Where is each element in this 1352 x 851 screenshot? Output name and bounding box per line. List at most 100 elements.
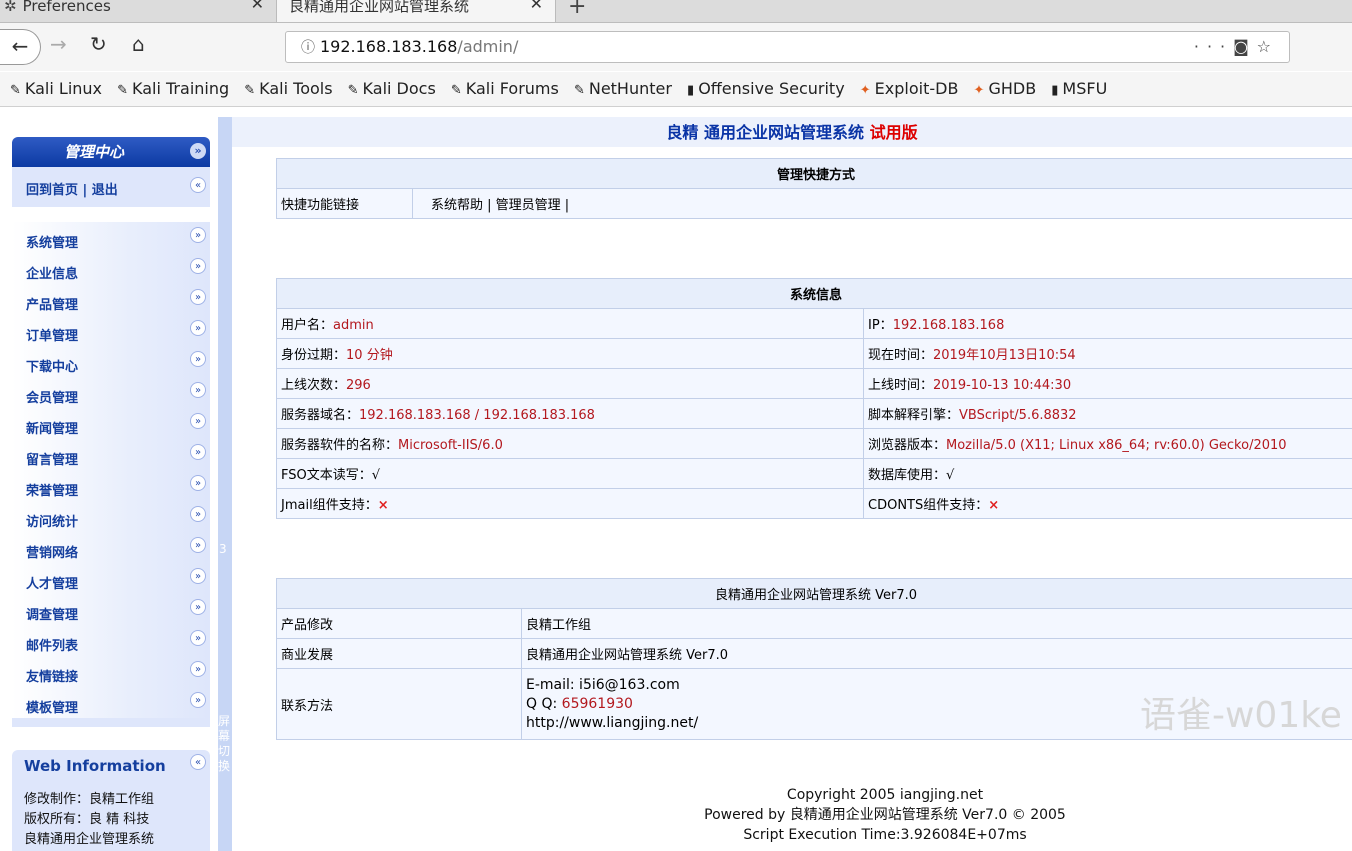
frame-splitter[interactable]: 3 屏 幕 切 换 xyxy=(218,117,232,851)
shortcuts-table: 管理快捷方式 快捷功能链接 系统帮助 | 管理员管理 | xyxy=(276,158,1352,219)
table-row: 身份过期：10 分钟 现在时间：2019年10月13日10:54 xyxy=(276,338,1352,369)
kali-dragon-icon: ✎ xyxy=(10,83,21,98)
bookmark-kali-docs[interactable]: ✎ Kali Docs xyxy=(348,72,436,108)
bookmark-msfu[interactable]: ▮ MSFU xyxy=(1051,72,1107,108)
table-row: 上线次数：296 上线时间：2019-10-13 10:44:30 xyxy=(276,368,1352,399)
sidebar-item[interactable]: 营销网络» xyxy=(12,532,210,563)
exploit-db-icon: ✦ xyxy=(859,83,871,98)
kali-dragon-icon: ✎ xyxy=(117,83,129,98)
shortcuts-label: 快捷功能链接 xyxy=(276,188,413,219)
new-tab-button[interactable]: + xyxy=(568,0,586,19)
url-bar[interactable]: ⓘ 192.168.183.168/admin/ ···◙☆ xyxy=(285,31,1290,63)
expand-icon[interactable]: » xyxy=(190,692,206,708)
web-information-body: 修改制作：良精工作组 版权所有：良 精 科技 良精通用企业管理系统 xyxy=(12,780,210,851)
sidebar-item[interactable]: 访问统计» xyxy=(12,501,210,532)
watermark: 语雀-w01ke xyxy=(1140,695,1342,736)
expand-icon[interactable]: » xyxy=(190,537,206,553)
sidebar-item[interactable]: 人才管理» xyxy=(12,563,210,594)
tab-label: 良精通用企业网站管理系统 xyxy=(289,0,470,15)
bookmark-kali-training[interactable]: ✎ Kali Training xyxy=(117,72,229,108)
table-row: 服务器域名：192.168.183.168 / 192.168.183.168 … xyxy=(276,398,1352,429)
shortcut-links[interactable]: 系统帮助 | 管理员管理 | xyxy=(412,188,1352,219)
expand-icon[interactable]: » xyxy=(190,444,206,460)
shortcuts-header: 管理快捷方式 xyxy=(276,158,1352,189)
web-info-line: 良精通用企业管理系统 xyxy=(24,832,155,847)
url-path: /admin/ xyxy=(457,37,519,56)
sidebar-item[interactable]: 调查管理» xyxy=(12,594,210,625)
table-row: FSO文本读写：√ 数据库使用：√ xyxy=(276,458,1352,489)
kali-dragon-icon: ✎ xyxy=(450,83,462,98)
expand-icon[interactable]: » xyxy=(190,599,206,615)
tab-label: Preferences xyxy=(22,0,111,15)
page-title: 良精 通用企业网站管理系统 试用版 xyxy=(232,117,1352,147)
bookmark-kali-linux[interactable]: ✎ Kali Linux xyxy=(10,72,102,108)
bookmarks-toolbar: ✎ Kali Linux ✎ Kali Training ✎ Kali Tools ✎… xyxy=(0,72,1352,107)
sidebar-item[interactable]: 下载中心» xyxy=(12,346,210,377)
msfu-icon: ▮ xyxy=(1051,83,1059,98)
sidebar-item[interactable]: 会员管理» xyxy=(12,377,210,408)
sidebar-item[interactable]: 荣誉管理» xyxy=(12,470,210,501)
table-row: 用户名：admin IP：192.168.183.168 xyxy=(276,308,1352,339)
navigation-bar: ← → ↻ ⌂ ⓘ 192.168.183.168/admin/ ···◙☆ xyxy=(0,23,1352,71)
web-info-line: 修改制作：良精工作组 xyxy=(24,792,155,807)
expand-icon[interactable]: » xyxy=(190,351,206,367)
collapse-left-icon[interactable]: « xyxy=(190,177,206,193)
bookmark-kali-forums[interactable]: ✎ Kali Forums xyxy=(451,72,559,108)
sidebar-item[interactable]: 留言管理» xyxy=(12,439,210,470)
bookmark-offensive-security[interactable]: ▮ Offensive Security xyxy=(687,72,845,108)
home-button[interactable]: ⌂ xyxy=(132,32,145,56)
forward-button[interactable]: → xyxy=(50,32,67,56)
table-row: 商业发展 良精通用企业网站管理系统 Ver7.0 xyxy=(276,638,1352,669)
cross-icon: × xyxy=(988,498,1000,513)
page-actions[interactable]: ···◙☆ xyxy=(1194,32,1279,62)
expand-icon[interactable]: » xyxy=(190,227,206,243)
sidebar-item[interactable]: 新闻管理» xyxy=(12,408,210,439)
more-icon[interactable]: ··· xyxy=(1194,37,1233,56)
sidebar-item[interactable]: 模板管理» xyxy=(12,687,210,718)
ghdb-icon: ✦ xyxy=(973,83,985,98)
about-header: 良精通用企业网站管理系统 Ver7.0 xyxy=(276,578,1352,609)
sidebar-item[interactable]: 邮件列表» xyxy=(12,625,210,656)
expand-icon[interactable]: » xyxy=(190,630,206,646)
expand-icon[interactable]: » xyxy=(190,258,206,274)
bookmark-kali-tools[interactable]: ✎ Kali Tools xyxy=(244,72,332,108)
bookmark-exploit-db[interactable]: ✦ Exploit-DB xyxy=(860,72,959,108)
sidebar-item[interactable]: 产品管理» xyxy=(12,284,210,315)
collapse-icon[interactable]: » xyxy=(190,143,206,159)
bookmark-nethunter[interactable]: ✎ NetHunter xyxy=(574,72,672,108)
kali-dragon-icon: ✎ xyxy=(347,83,359,98)
back-button[interactable]: ← xyxy=(0,29,41,65)
expand-icon[interactable]: » xyxy=(190,506,206,522)
close-icon[interactable]: ✕ xyxy=(530,0,543,12)
expand-icon[interactable]: » xyxy=(190,320,206,336)
bookmark-star-icon[interactable]: ☆ xyxy=(1257,37,1279,56)
expand-icon[interactable]: » xyxy=(190,475,206,491)
pocket-icon[interactable]: ◙ xyxy=(1233,37,1257,56)
sidebar-item[interactable]: 订单管理» xyxy=(12,315,210,346)
kali-dragon-icon: ✎ xyxy=(244,83,256,98)
reload-button[interactable]: ↻ xyxy=(90,32,107,56)
admin-page: 管理中心 » 回到首页 | 退出 « 系统管理» 企业信息» 产品管理» 订单管… xyxy=(0,107,1352,851)
expand-icon[interactable]: » xyxy=(190,661,206,677)
expand-icon[interactable]: » xyxy=(190,568,206,584)
sidebar-item[interactable]: 系统管理» xyxy=(12,222,210,253)
bookmark-ghdb[interactable]: ✦ GHDB xyxy=(974,72,1037,108)
screen-switch-toggle[interactable]: 屏 幕 切 换 xyxy=(218,714,232,774)
tab-admin[interactable]: 良精通用企业网站管理系统 ✕ xyxy=(276,0,556,22)
url-host: 192.168.183.168 xyxy=(320,37,458,56)
home-logout-link[interactable]: 回到首页 | 退出 xyxy=(26,179,118,198)
expand-icon[interactable]: » xyxy=(190,413,206,429)
offsec-icon: ▮ xyxy=(687,83,695,98)
collapse-left-icon[interactable]: « xyxy=(190,754,206,770)
close-icon[interactable]: ✕ xyxy=(251,0,264,12)
expand-icon[interactable]: » xyxy=(190,289,206,305)
expand-icon[interactable]: » xyxy=(190,382,206,398)
gear-icon: ✲ xyxy=(4,0,17,15)
sidebar-item[interactable]: 企业信息» xyxy=(12,253,210,284)
sidebar-item[interactable]: 友情链接» xyxy=(12,656,210,687)
sidebar: 管理中心 » 回到首页 | 退出 « 系统管理» 企业信息» 产品管理» 订单管… xyxy=(0,107,218,851)
info-circle-icon[interactable]: ⓘ xyxy=(296,33,320,63)
kali-dragon-icon: ✎ xyxy=(573,83,585,98)
copyright-footer: Copyright 2005 iangjing.net Powered by 良… xyxy=(704,787,1066,843)
tab-preferences[interactable]: ✲ Preferences ✕ xyxy=(0,0,276,22)
